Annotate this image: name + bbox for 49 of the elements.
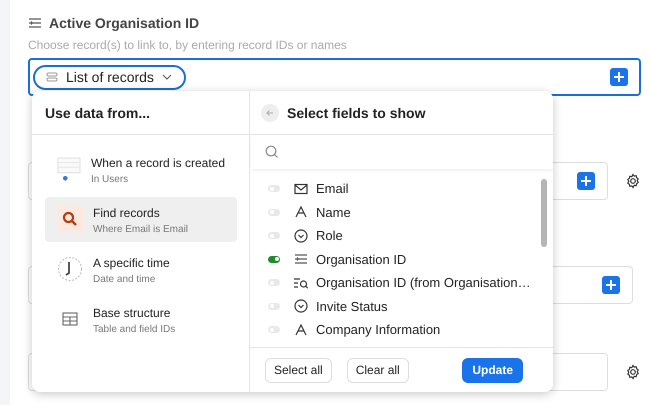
add-button[interactable] (577, 172, 595, 190)
panel-title: Select fields to show (287, 104, 426, 120)
settings-icon[interactable] (625, 173, 641, 189)
lookup-field-icon (293, 276, 309, 289)
field-label: Active Organisation ID (49, 15, 200, 31)
source-option[interactable]: Base structure Table and field IDs (45, 297, 237, 342)
option-subtitle: In Users (90, 173, 130, 187)
field-name: Organisation ID (316, 252, 406, 267)
field-name: Invite Status (316, 298, 388, 314)
footer-button[interactable]: Select all (265, 358, 332, 382)
search-icon (265, 145, 279, 159)
option-title: Base structure (93, 306, 172, 321)
clock-icon (57, 256, 83, 282)
back-button[interactable] (261, 104, 279, 122)
search-icon (57, 206, 83, 232)
option-subtitle: Date and time (93, 273, 156, 287)
scrollbar[interactable] (541, 179, 547, 247)
chevron-down-icon (162, 74, 172, 80)
panel-title: Use data from... (32, 91, 249, 135)
source-option[interactable]: When a record is created In Users (45, 147, 237, 192)
text-field-icon (294, 206, 308, 218)
add-button[interactable] (602, 276, 620, 294)
link-field-icon (294, 253, 308, 266)
option-subtitle: Table and field IDs (93, 323, 176, 337)
list-of-records-dropdown[interactable]: List of records (33, 64, 186, 90)
footer-button[interactable]: Clear all (346, 358, 409, 382)
source-option[interactable]: A specific time Date and time (45, 247, 237, 292)
source-option[interactable]: Find records Where Email is Email (45, 197, 237, 242)
option-title: A specific time (93, 256, 170, 271)
option-title: Find records (93, 206, 161, 221)
field-name: Name (316, 204, 351, 220)
dropdown-field-icon (294, 299, 308, 314)
option-title: When a record is created (90, 156, 225, 171)
add-button[interactable] (610, 68, 628, 86)
option-subtitle: Where Email is Email (93, 223, 188, 237)
toggle-switch[interactable] (268, 256, 280, 263)
back-arrow-icon (266, 108, 274, 116)
field-name: Email (316, 181, 349, 196)
field-hint: Choose record(s) to link to, by entering record IDs or names (28, 38, 348, 53)
text-field-icon (294, 324, 308, 336)
field-name: Organisation ID (from Organisation… (316, 275, 531, 290)
field-name: Role (316, 228, 343, 244)
envelope-icon (294, 182, 308, 195)
list-icon (46, 72, 58, 82)
link-field-icon (28, 17, 42, 29)
dropdown-field-icon (294, 228, 308, 243)
field-name: Company Information (316, 322, 440, 338)
settings-icon[interactable] (625, 364, 641, 380)
update-button[interactable]: Update (462, 358, 523, 382)
